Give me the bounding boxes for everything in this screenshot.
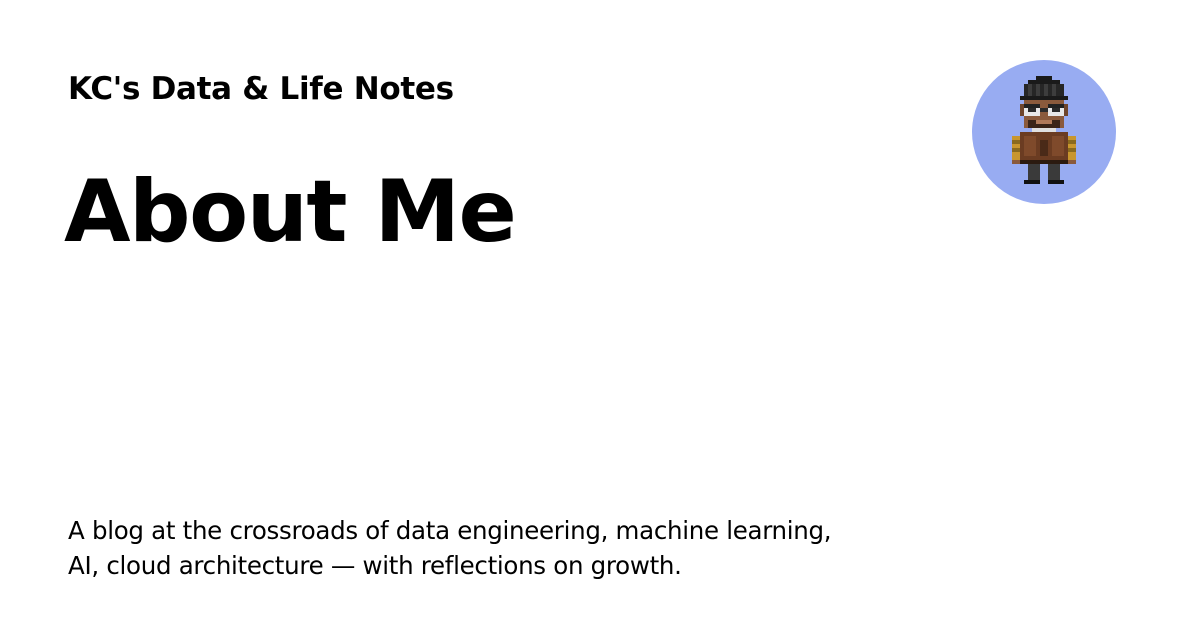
description-line-1: A blog at the crossroads of data enginee… bbox=[68, 516, 832, 545]
site-description: A blog at the crossroads of data enginee… bbox=[68, 513, 968, 583]
og-card: KC's Data & Life Notes About Me A blog a… bbox=[0, 0, 1200, 630]
description-line-2: AI, cloud architecture — with reflection… bbox=[68, 551, 682, 580]
page-title: About Me bbox=[64, 162, 517, 262]
pixel-character-icon bbox=[1012, 76, 1076, 184]
avatar bbox=[972, 60, 1116, 204]
site-title: KC's Data & Life Notes bbox=[68, 71, 454, 107]
